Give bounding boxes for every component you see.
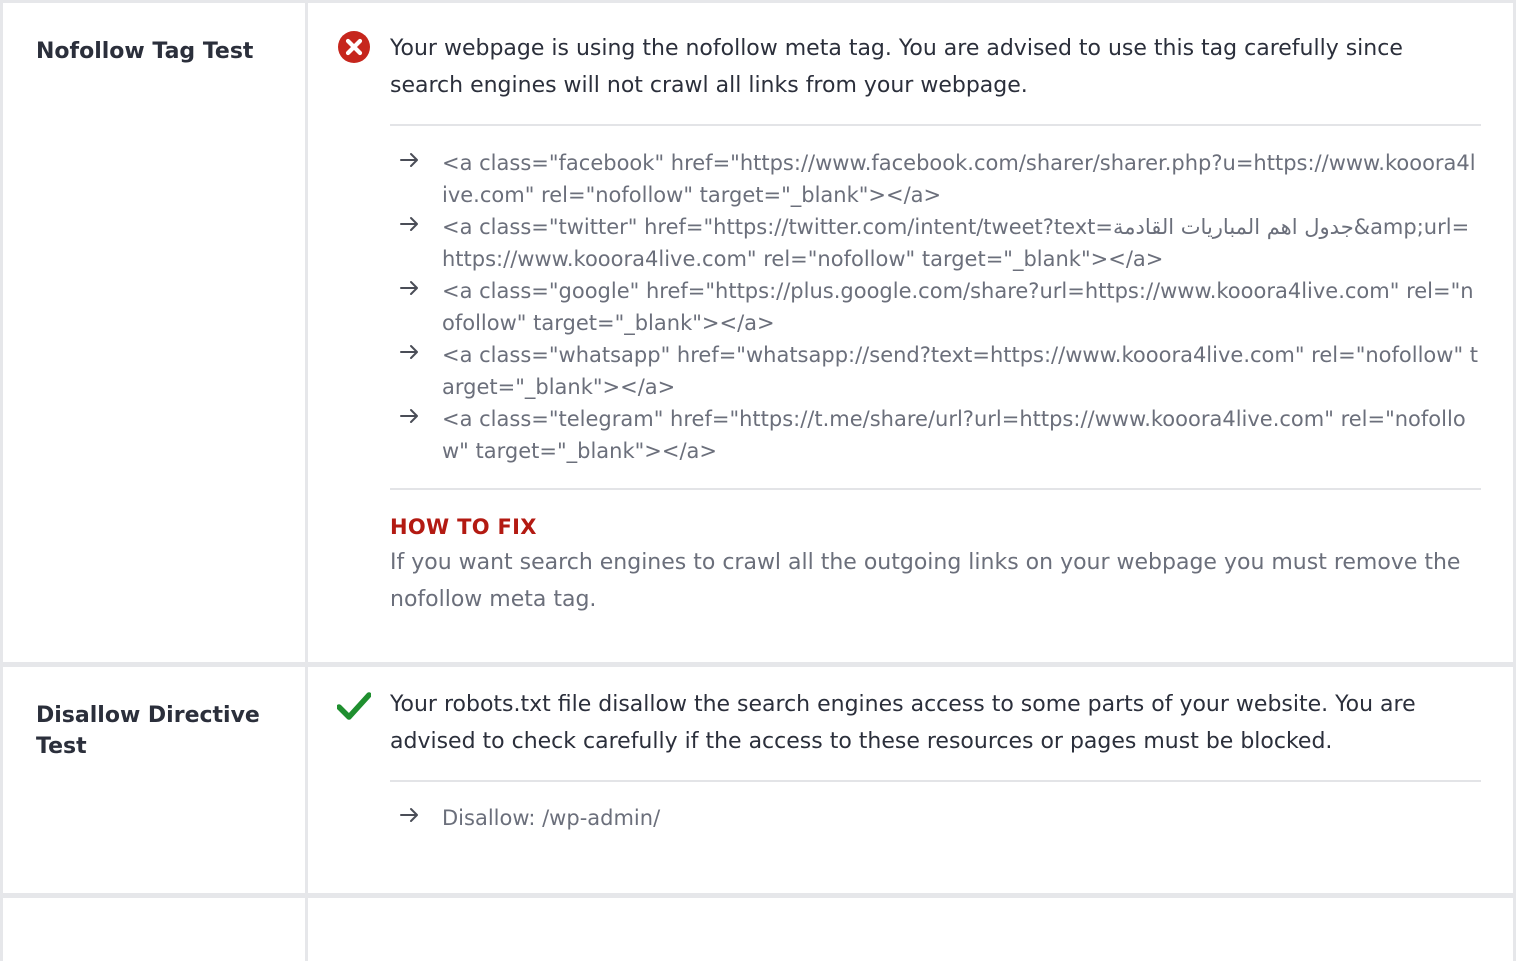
- test-label-cell: Disallow Directive Test: [3, 667, 308, 893]
- arrow-right-icon: [308, 339, 442, 360]
- test-label-cell: [3, 898, 308, 961]
- result-message: Your webpage is using the nofollow meta …: [390, 36, 1403, 98]
- affected-links-list: <a class="facebook" href="https://www.fa…: [308, 147, 1481, 467]
- list-item: Disallow: /wp-admin/: [308, 802, 1481, 834]
- test-row-empty: [3, 898, 1513, 961]
- list-item: <a class="telegram" href="https://t.me/s…: [308, 403, 1481, 467]
- test-result: Your webpage is using the nofollow meta …: [308, 3, 1481, 104]
- test-content-cell: Your robots.txt file disallow the search…: [308, 667, 1513, 893]
- arrow-right-icon: [308, 802, 442, 823]
- arrow-right-icon: [308, 147, 442, 168]
- divider: [390, 124, 1481, 126]
- link-code: <a class="twitter" href="https://twitter…: [442, 215, 1470, 271]
- result-message: Your robots.txt file disallow the search…: [390, 692, 1416, 754]
- arrow-right-icon: [308, 275, 442, 296]
- divider: [390, 488, 1481, 490]
- list-item: <a class="google" href="https://plus.goo…: [308, 275, 1481, 339]
- test-result: Your robots.txt file disallow the search…: [308, 667, 1481, 760]
- arrow-right-icon: [308, 403, 442, 424]
- list-item: <a class="twitter" href="https://twitter…: [308, 211, 1481, 275]
- test-label-cell: Nofollow Tag Test: [3, 3, 308, 662]
- error-circle-icon: [308, 30, 390, 64]
- link-code: <a class="google" href="https://plus.goo…: [442, 279, 1474, 335]
- test-title: Nofollow Tag Test: [36, 39, 254, 64]
- seo-report-table: Nofollow Tag Test Your webpage is using …: [0, 0, 1516, 961]
- list-item: <a class="whatsapp" href="whatsapp://sen…: [308, 339, 1481, 403]
- list-item: <a class="facebook" href="https://www.fa…: [308, 147, 1481, 211]
- arrow-right-icon: [308, 211, 442, 232]
- test-row-disallow: Disallow Directive Test Your robots.txt …: [3, 667, 1513, 898]
- link-code: <a class="telegram" href="https://t.me/s…: [442, 407, 1466, 463]
- test-row-nofollow: Nofollow Tag Test Your webpage is using …: [3, 3, 1513, 667]
- how-to-fix-title: HOW TO FIX: [390, 515, 537, 539]
- disallow-rule: Disallow: /wp-admin/: [442, 806, 661, 830]
- test-content-cell: Your webpage is using the nofollow meta …: [308, 3, 1513, 662]
- link-code: <a class="facebook" href="https://www.fa…: [442, 151, 1476, 207]
- link-code: <a class="whatsapp" href="whatsapp://sen…: [442, 343, 1479, 399]
- divider: [390, 780, 1481, 782]
- test-content-cell: [308, 898, 1513, 961]
- disallow-rules-list: Disallow: /wp-admin/: [308, 802, 1481, 834]
- how-to-fix-text: If you want search engines to crawl all …: [390, 550, 1461, 612]
- check-icon: [308, 686, 390, 720]
- test-title: Disallow Directive Test: [36, 703, 260, 759]
